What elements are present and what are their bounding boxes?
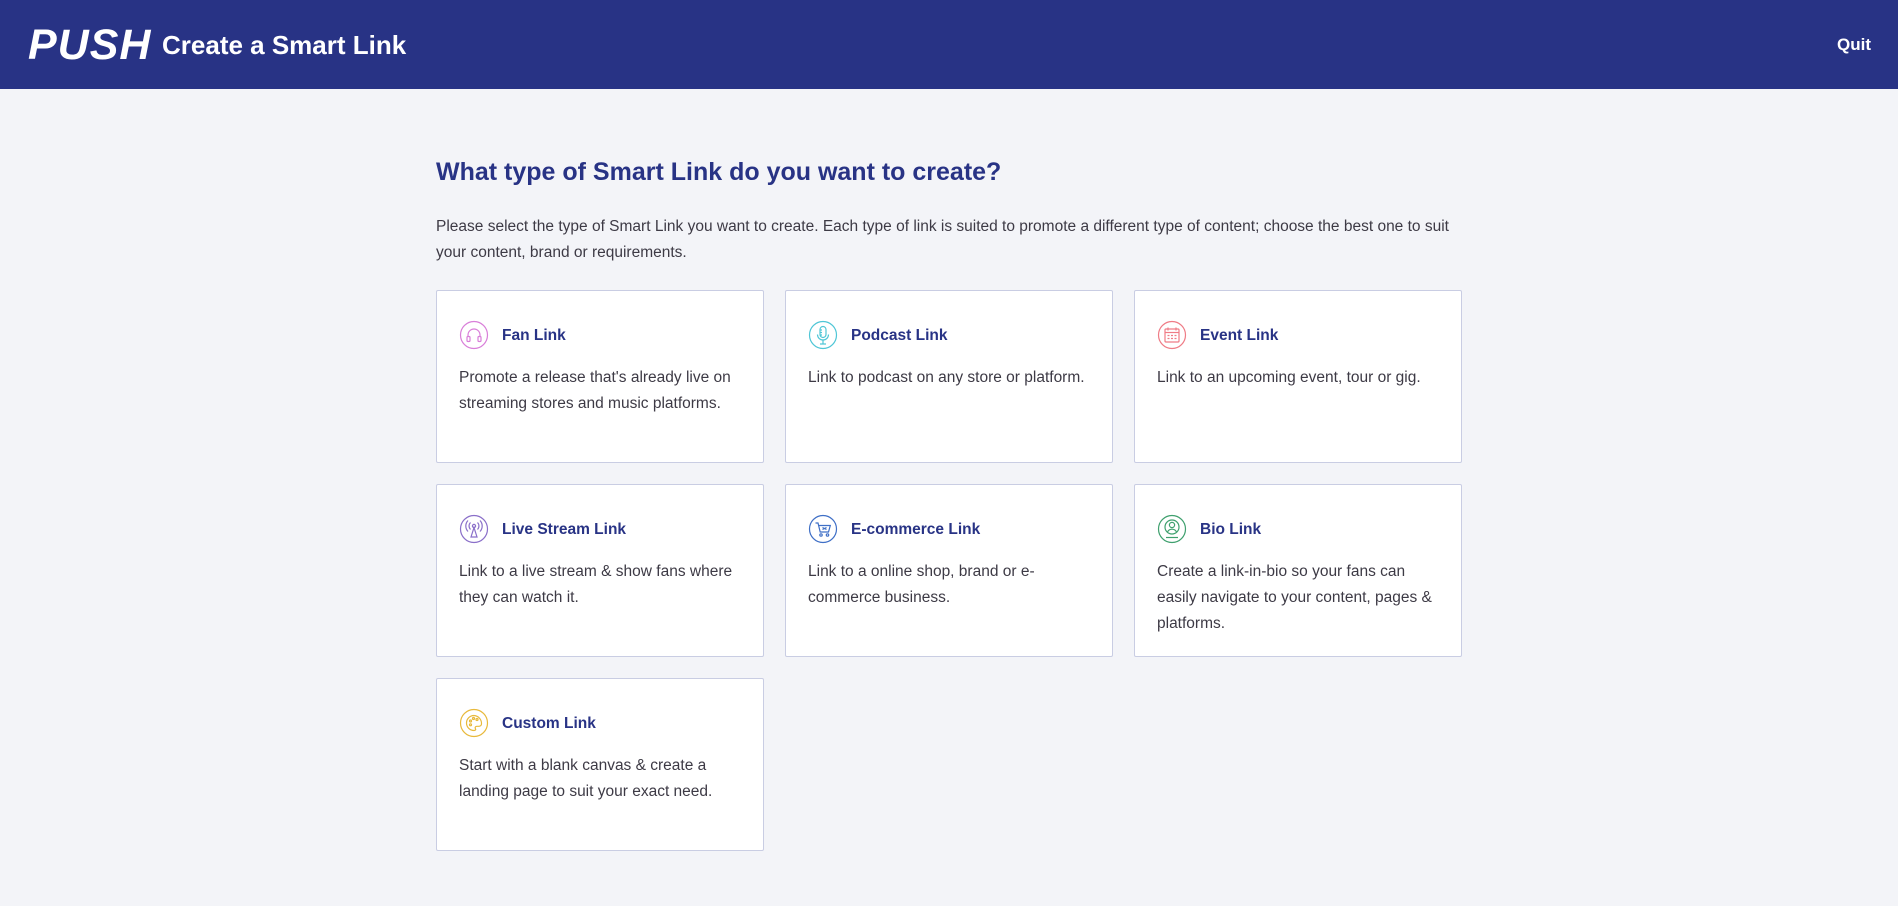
podcast-link-card[interactable]: Podcast Link Link to podcast on any stor… bbox=[785, 290, 1113, 463]
custom-link-card[interactable]: Custom Link Start with a blank canvas & … bbox=[436, 678, 764, 851]
card-description: Link to a live stream & show fans where … bbox=[459, 563, 733, 606]
card-title: Live Stream Link bbox=[502, 521, 627, 538]
main-content: What type of Smart Link do you want to c… bbox=[436, 152, 1462, 851]
link-type-grid: Fan Link Promote a release that's alread… bbox=[436, 290, 1462, 851]
push-logo[interactable]: PUSH bbox=[28, 20, 151, 70]
card-title: Podcast Link bbox=[851, 327, 948, 344]
card-description: Link to podcast on any store or platform… bbox=[808, 369, 1085, 386]
quit-button[interactable]: Quit bbox=[1837, 34, 1871, 56]
ecommerce-link-card[interactable]: E-commerce Link Link to a online shop, b… bbox=[785, 484, 1113, 657]
user-profile-icon bbox=[1157, 514, 1187, 544]
calendar-icon bbox=[1157, 320, 1187, 350]
card-title: Fan Link bbox=[502, 327, 566, 344]
top-bar: PUSH Create a Smart Link Quit bbox=[0, 0, 1898, 89]
page-title: Create a Smart Link bbox=[162, 30, 407, 60]
card-title: Bio Link bbox=[1200, 521, 1262, 538]
card-description: Promote a release that's already live on… bbox=[459, 369, 731, 412]
card-description: Link to an upcoming event, tour or gig. bbox=[1157, 369, 1421, 386]
bio-link-card[interactable]: Bio Link Create a link-in-bio so your fa… bbox=[1134, 484, 1462, 657]
microphone-icon bbox=[808, 320, 838, 350]
palette-icon bbox=[459, 708, 489, 738]
event-link-card[interactable]: Event Link Link to an upcoming event, to… bbox=[1134, 290, 1462, 463]
headphones-icon bbox=[459, 320, 489, 350]
card-title: Event Link bbox=[1200, 327, 1279, 344]
section-heading: What type of Smart Link do you want to c… bbox=[436, 158, 1002, 186]
card-description: Create a link-in-bio so your fans can ea… bbox=[1157, 563, 1432, 632]
shopping-cart-icon bbox=[808, 514, 838, 544]
fan-link-card[interactable]: Fan Link Promote a release that's alread… bbox=[436, 290, 764, 463]
card-description: Start with a blank canvas & create a lan… bbox=[459, 757, 713, 800]
intro-text: Please select the type of Smart Link you… bbox=[436, 218, 1449, 261]
broadcast-icon bbox=[459, 514, 489, 544]
live-stream-link-card[interactable]: Live Stream Link Link to a live stream &… bbox=[436, 484, 764, 657]
card-title: Custom Link bbox=[502, 715, 596, 732]
card-title: E-commerce Link bbox=[851, 521, 981, 538]
card-description: Link to a online shop, brand or e-commer… bbox=[808, 563, 1035, 606]
